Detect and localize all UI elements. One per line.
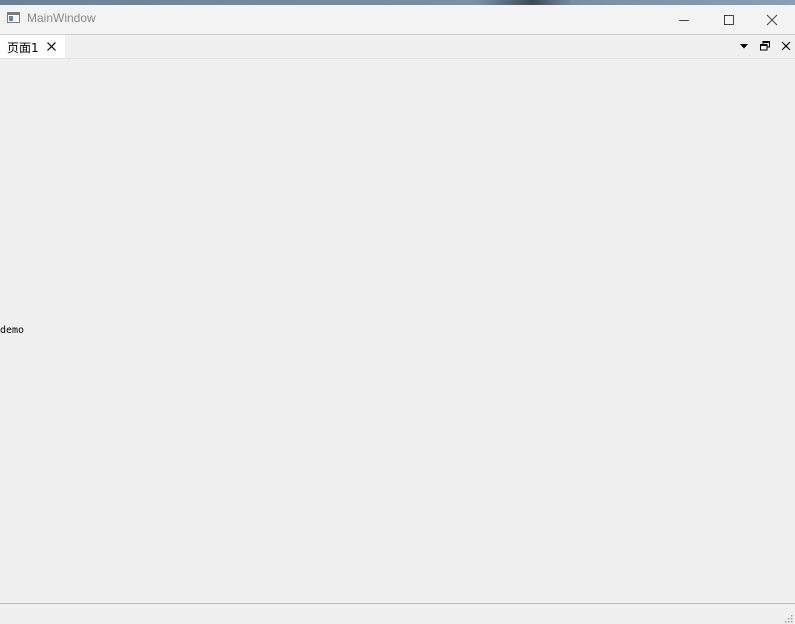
maximize-icon — [724, 14, 734, 25]
minimize-button[interactable] — [661, 5, 707, 34]
tab-page1[interactable]: 页面1 — [0, 35, 65, 58]
resize-grip-icon[interactable] — [784, 614, 794, 624]
app-window-icon — [7, 12, 20, 23]
dropdown-arrow-icon[interactable] — [738, 40, 750, 52]
tab-close-icon[interactable] — [46, 41, 57, 52]
close-button[interactable] — [749, 5, 795, 34]
demo-label: demo — [0, 325, 25, 336]
content-area: demo — [0, 59, 795, 602]
close-icon[interactable] — [780, 40, 792, 52]
status-bar — [0, 603, 795, 624]
close-icon — [766, 14, 778, 25]
window-title: MainWindow — [27, 11, 96, 25]
main-window: MainWindow 页面1 demo — [0, 0, 795, 624]
tab-bar: 页面1 — [0, 35, 795, 59]
maximize-button[interactable] — [706, 5, 752, 34]
minimize-icon — [679, 19, 689, 21]
restore-icon[interactable] — [759, 40, 771, 52]
title-bar[interactable]: MainWindow — [0, 5, 795, 35]
tab-label: 页面1 — [7, 41, 39, 55]
